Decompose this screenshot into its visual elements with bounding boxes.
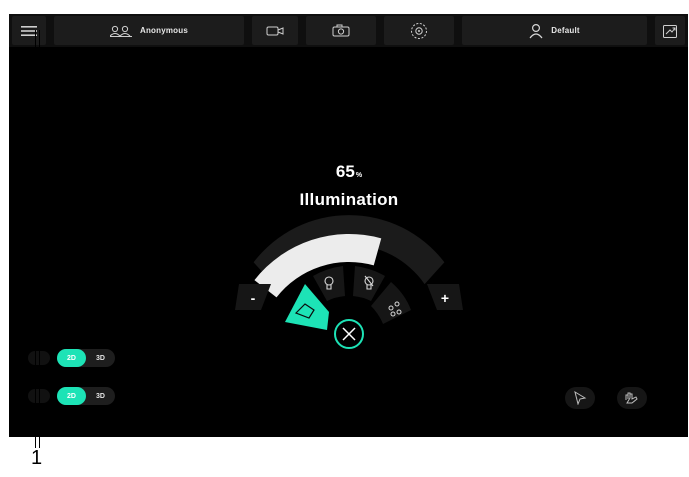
toggle-2d-option[interactable]: 2D xyxy=(57,349,86,367)
illumination-value: 65 xyxy=(335,162,355,181)
illumination-title: Illumination xyxy=(299,190,399,209)
view-toggle-top[interactable]: 2D 3D xyxy=(57,349,115,367)
mode-button-bulb[interactable] xyxy=(313,266,345,301)
toggle-2d-option[interactable]: 2D xyxy=(57,387,86,405)
plus-button[interactable]: + xyxy=(441,290,449,306)
hand-icon xyxy=(625,392,638,404)
pointer-button[interactable] xyxy=(565,387,595,409)
pointer-icon xyxy=(574,391,587,405)
illumination-readout: 65% xyxy=(299,162,399,182)
toggle-3d-option[interactable]: 3D xyxy=(86,387,115,405)
screen: Anonymous Default - + 65% Illumination 2… xyxy=(9,14,688,437)
callout-line xyxy=(35,30,36,448)
callout-line xyxy=(39,30,40,448)
hand-button[interactable] xyxy=(617,387,647,409)
minus-button[interactable]: - xyxy=(251,290,256,306)
callout-number: 1 xyxy=(31,447,43,469)
toggle-3d-option[interactable]: 3D xyxy=(86,349,115,367)
illumination-unit: % xyxy=(355,172,363,179)
illumination-gauge: - + xyxy=(235,215,463,351)
view-toggle-bottom[interactable]: 2D 3D xyxy=(57,387,115,405)
